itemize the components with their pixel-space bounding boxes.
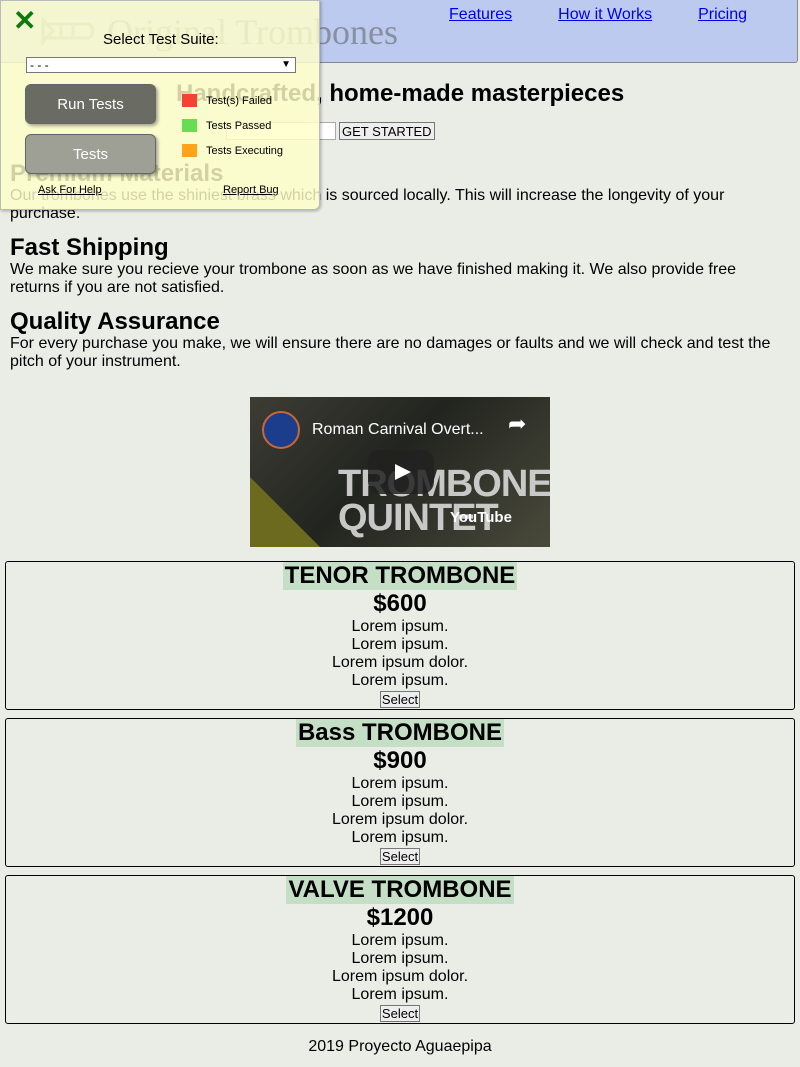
nav-link-pricing[interactable]: Pricing [698,6,747,24]
legend-label: Tests Passed [206,119,272,132]
nav-link-how-it-works[interactable]: How it Works [558,6,652,24]
pricing-card-valve: VALVE TROMBONE $1200 Lorem ipsum. Lorem … [5,875,795,1024]
suite-selected-value: - - - [30,58,49,72]
product-feature: Lorem ipsum. [351,793,449,810]
product-feature: Lorem ipsum dolor. [331,654,469,671]
executing-swatch [182,144,197,157]
channel-avatar[interactable] [262,411,300,449]
product-feature: Lorem ipsum. [351,618,449,635]
failed-swatch [182,94,197,107]
select-tenor-button[interactable]: Select [379,691,421,708]
product-name: TENOR TROMBONE [282,562,518,590]
product-price: $900 [373,747,427,774]
report-bug-link[interactable]: Report Bug [223,184,279,196]
feature-text: For every purchase you make, we will ens… [10,335,771,370]
chevron-down-icon: ▼ [281,59,291,70]
nav-link-features[interactable]: Features [449,6,512,24]
get-started-button[interactable]: GET STARTED [339,122,435,140]
pricing-card-bass: Bass TROMBONE $900 Lorem ipsum. Lorem ip… [5,718,795,867]
run-tests-button[interactable]: Run Tests [25,84,156,124]
test-runner-panel: ✕ Select Test Suite: - - - ▼ Run Tests T… [0,0,320,210]
feature-title: Quality Assurance [10,308,220,335]
test-suite-select[interactable]: - - - ▼ [26,57,296,73]
legend-label: Test(s) Failed [206,94,273,107]
video-corner-decoration [250,477,320,547]
feature-title: Fast Shipping [10,234,169,261]
footer: 2019 Proyecto Aguaepipa [308,1038,492,1055]
product-feature: Lorem ipsum. [351,932,449,949]
feature-text: We make sure you recieve your trombone a… [10,261,736,296]
select-valve-button[interactable]: Select [379,1005,421,1022]
product-feature: Lorem ipsum. [351,775,449,792]
suite-label: Select Test Suite: [103,31,219,48]
close-icon[interactable]: ✕ [13,7,36,35]
product-name: VALVE TROMBONE [286,876,514,904]
pricing-card-tenor: TENOR TROMBONE $600 Lorem ipsum. Lorem i… [5,561,795,710]
product-name: Bass TROMBONE [295,719,505,747]
ask-for-help-link[interactable]: Ask For Help [38,184,102,196]
product-feature: Lorem ipsum. [351,950,449,967]
feature-quality-assurance: Quality Assurance For every purchase you… [10,309,790,371]
share-icon[interactable]: ➦ [508,411,526,437]
product-feature: Lorem ipsum. [351,672,449,689]
product-feature: Lorem ipsum dolor. [331,968,469,985]
youtube-logo[interactable]: YouTube [450,509,512,526]
video-title[interactable]: Roman Carnival Overt... [312,421,512,439]
passed-swatch [182,119,197,132]
product-feature: Lorem ipsum dolor. [331,811,469,828]
nav-bar: Features How it Works Pricing [449,6,747,24]
product-feature: Lorem ipsum. [351,829,449,846]
legend-failed: Test(s) Failed [182,94,272,107]
select-bass-button[interactable]: Select [379,848,421,865]
legend-label: Tests Executing [206,144,284,157]
legend-passed: Tests Passed [182,119,271,132]
product-feature: Lorem ipsum. [351,636,449,653]
feature-fast-shipping: Fast Shipping We make sure you recieve y… [10,235,790,297]
tests-button[interactable]: Tests [25,134,156,174]
video-player[interactable]: TROMBONE QUINTET Roman Carnival Overt...… [250,397,550,547]
product-feature: Lorem ipsum. [351,986,449,1003]
product-price: $600 [373,590,427,617]
legend-executing: Tests Executing [182,144,283,157]
play-button[interactable] [368,450,434,494]
product-price: $1200 [366,904,434,931]
